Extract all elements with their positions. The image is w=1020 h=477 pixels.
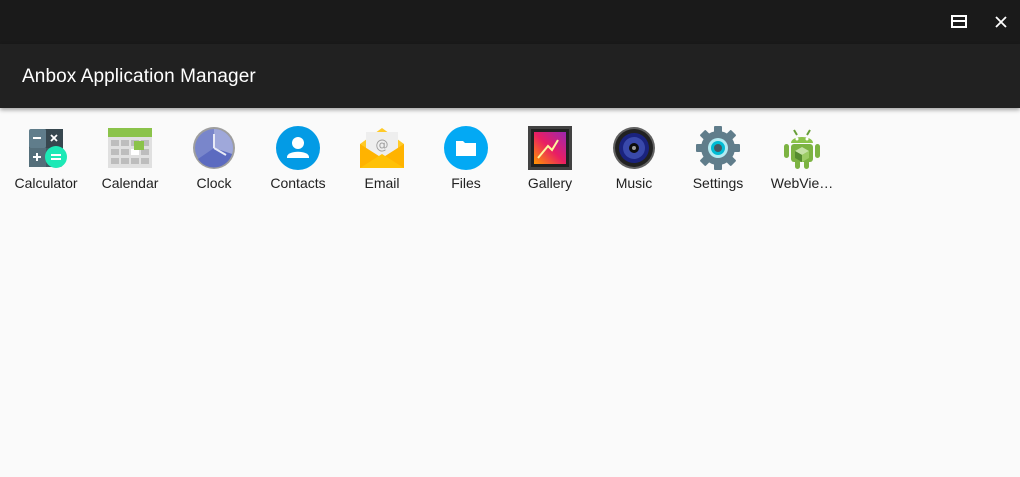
app-grid: Calculator Calendar Clock Contacts @ Ema… xyxy=(0,108,1020,477)
close-button[interactable] xyxy=(987,8,1015,36)
android-icon xyxy=(780,126,824,170)
app-label: Files xyxy=(451,175,481,191)
app-email[interactable]: @ Email xyxy=(340,124,424,196)
close-icon xyxy=(995,16,1007,28)
window-titlebar xyxy=(0,0,1020,44)
settings-icon xyxy=(696,126,740,170)
app-calculator[interactable]: Calculator xyxy=(4,124,88,196)
app-gallery[interactable]: Gallery xyxy=(508,124,592,196)
app-label: Calculator xyxy=(14,175,78,191)
app-webview[interactable]: WebVie… xyxy=(760,124,844,196)
calendar-icon xyxy=(108,126,152,170)
app-label: Settings xyxy=(692,175,744,191)
app-label: Calendar xyxy=(101,175,159,191)
app-settings[interactable]: Settings xyxy=(676,124,760,196)
gallery-icon xyxy=(528,126,572,170)
calculator-icon xyxy=(24,126,68,170)
contacts-icon xyxy=(276,126,320,170)
app-label: WebVie… xyxy=(770,175,834,191)
music-icon xyxy=(612,126,656,170)
app-label: Gallery xyxy=(527,175,573,191)
page-title: Anbox Application Manager xyxy=(22,66,256,87)
app-label: Email xyxy=(364,175,400,191)
app-clock[interactable]: Clock xyxy=(172,124,256,196)
app-contacts[interactable]: Contacts xyxy=(256,124,340,196)
maximize-button[interactable] xyxy=(945,8,973,36)
files-icon xyxy=(444,126,488,170)
maximize-icon xyxy=(951,15,967,28)
clock-icon xyxy=(192,126,236,170)
app-label: Clock xyxy=(196,175,232,191)
app-calendar[interactable]: Calendar xyxy=(88,124,172,196)
app-music[interactable]: Music xyxy=(592,124,676,196)
app-label: Contacts xyxy=(270,175,326,191)
app-bar: Anbox Application Manager xyxy=(0,44,1020,108)
svg-text:@: @ xyxy=(376,138,389,153)
app-files[interactable]: Files xyxy=(424,124,508,196)
email-icon: @ xyxy=(360,126,404,170)
app-label: Music xyxy=(615,175,653,191)
